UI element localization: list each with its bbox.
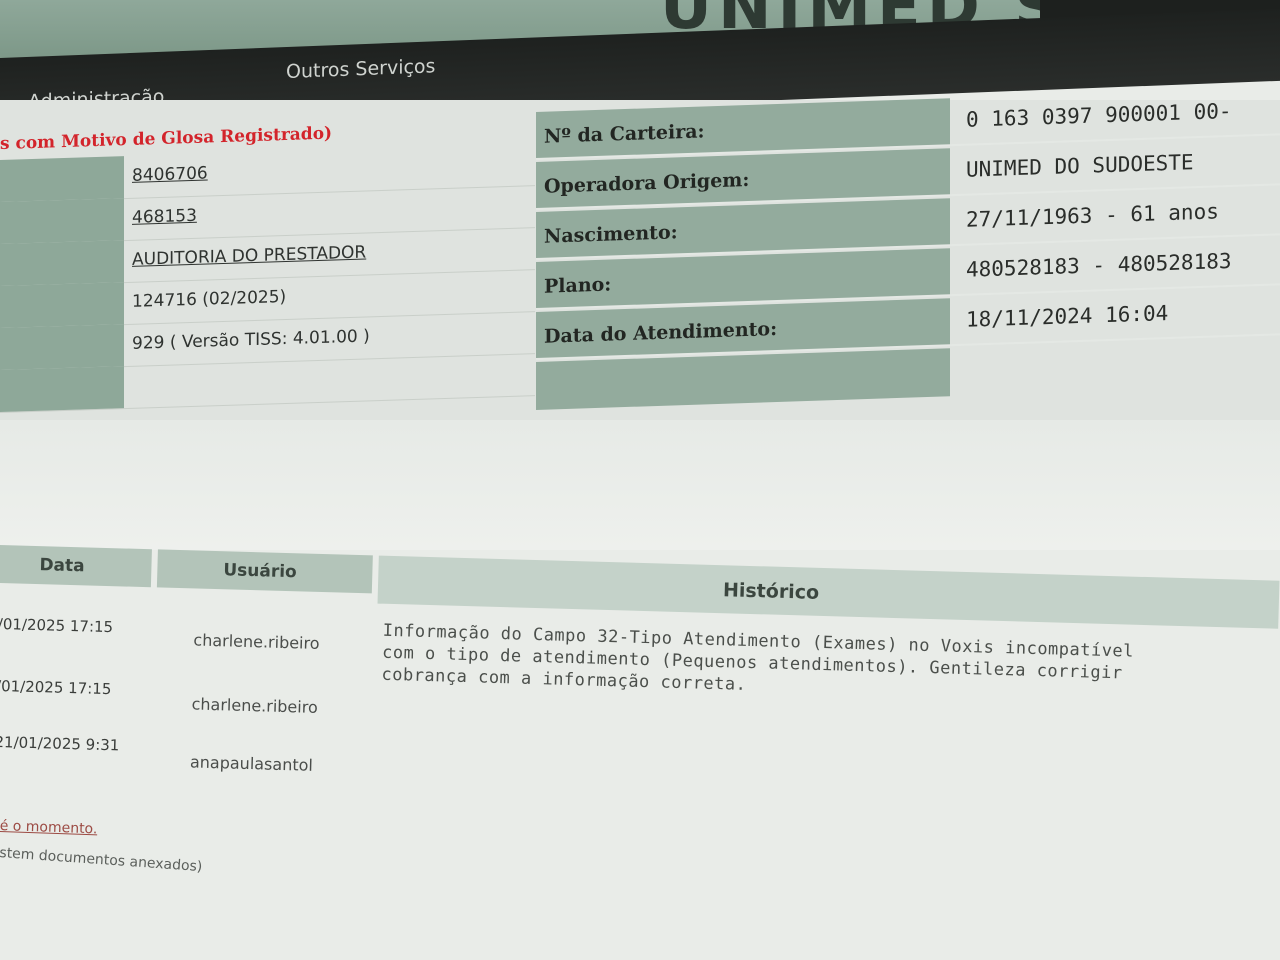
detail-label: Nascimento:	[544, 221, 678, 248]
history-table: Data Usuário Histórico /01/2025 17:15 ch…	[0, 545, 1280, 781]
history-date: /01/2025 17:15	[0, 676, 112, 699]
column-header-label: Data	[39, 555, 85, 577]
detail-label: Operadora Origem:	[544, 168, 750, 198]
history-date: 21/01/2025 9:31	[0, 732, 120, 755]
detail-value: 27/11/1963 - 61 anos	[966, 199, 1219, 232]
history-user: charlene.ribeiro	[193, 630, 320, 653]
history-user: charlene.ribeiro	[191, 694, 319, 717]
info-row-label-cell	[0, 156, 124, 202]
info-row-label-cell	[0, 282, 124, 328]
column-header-data: Data	[0, 545, 152, 588]
attachments-note: stem documentos anexados)	[0, 845, 203, 876]
detail-label: Nº da Carteira:	[544, 120, 705, 148]
lote-value: 124716 (02/2025)	[132, 287, 287, 312]
detail-value: UNIMED DO SUDOESTE	[966, 150, 1194, 182]
info-row-label-cell	[0, 324, 124, 370]
column-header-label: Usuário	[223, 560, 298, 583]
detail-value: 0 163 0397 900001 00-	[966, 98, 1232, 132]
history-date: /01/2025 17:15	[0, 614, 114, 637]
column-header-historico: Histórico	[377, 555, 1280, 629]
table-row: 21/01/2025 9:31 anapaulasantol	[0, 732, 1274, 775]
detail-value: 18/11/2024 16:04	[966, 301, 1169, 332]
auditoria-link[interactable]: AUDITORIA DO PRESTADOR	[132, 242, 366, 269]
history-text: Informação do Campo 32-Tipo Atendimento …	[381, 620, 1135, 695]
detail-label: Plano:	[544, 273, 612, 298]
column-header-label: Histórico	[722, 579, 820, 604]
info-row-label-cell	[0, 240, 124, 286]
detail-label: Data do Atendimento:	[544, 318, 778, 348]
beneficiary-details-table: Nº da Carteira: 0 163 0397 900001 00- Op…	[536, 87, 1280, 412]
history-text	[380, 744, 1160, 766]
glosa-status-title: s com Motivo de Glosa Registrado)	[0, 123, 333, 154]
tiss-version-value: 929 ( Versão TISS: 4.01.00 )	[132, 326, 370, 354]
history-user: anapaulasantol	[189, 752, 314, 775]
menu-item-outros-servicos[interactable]: Outros Serviços	[286, 55, 435, 83]
info-row-label-cell	[0, 198, 124, 244]
empty-area	[0, 420, 1280, 550]
info-row-label-cell	[0, 366, 124, 412]
guide-info-panel: s com Motivo de Glosa Registrado) 840670…	[0, 101, 535, 418]
protocol-link[interactable]: 468153	[132, 206, 197, 228]
guide-number-link[interactable]: 8406706	[132, 163, 208, 185]
column-header-usuario: Usuário	[156, 549, 373, 594]
detail-value: 480528183 - 480528183	[966, 248, 1232, 282]
footer-link[interactable]: é o momento.	[0, 818, 98, 837]
